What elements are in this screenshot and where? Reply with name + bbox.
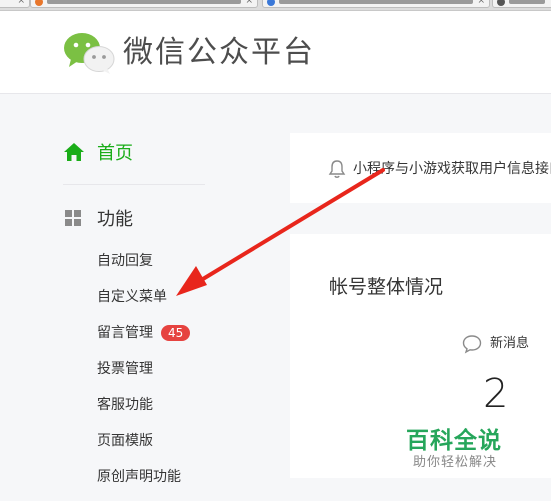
notice-link[interactable]: 小程序与小游戏获取用户信息接口 — [353, 159, 551, 179]
new-messages-count[interactable]: 2 — [483, 371, 508, 417]
sidebar-item-customer-service[interactable]: 客服功能 — [97, 395, 153, 415]
browser-tab[interactable]: × — [0, 0, 30, 8]
sidebar-item-label: 留言管理 — [97, 325, 153, 341]
sidebar-item-label: 投票管理 — [97, 361, 153, 377]
bell-icon — [328, 160, 346, 178]
tab-favicon-icon — [267, 0, 275, 6]
sidebar-item-home[interactable]: 首页 — [63, 138, 133, 166]
browser-tab[interactable] — [492, 0, 551, 8]
notice-card: 小程序与小游戏获取用户信息接口 — [290, 133, 551, 203]
browser-tab[interactable]: × — [30, 0, 258, 8]
sidebar-section-label: 功能 — [97, 209, 133, 230]
sidebar-item-label: 页面模版 — [97, 433, 153, 449]
browser-tab-strip: × × × — [0, 0, 551, 11]
sidebar-divider — [63, 184, 205, 185]
site-header: 微信公众平台 — [0, 11, 551, 94]
grid-icon — [65, 210, 81, 226]
home-icon — [64, 143, 84, 161]
sidebar-item-original-declaration[interactable]: 原创声明功能 — [97, 467, 181, 487]
new-messages-label: 新消息 — [490, 336, 530, 351]
watermark-subtitle: 助你轻松解决 — [413, 455, 498, 470]
close-icon[interactable]: × — [477, 0, 485, 7]
overview-title: 帐号整体情况 — [329, 276, 444, 298]
tab-favicon-icon — [35, 0, 43, 6]
sidebar-item-vote-management[interactable]: 投票管理 — [97, 359, 153, 379]
sidebar-item-label: 首页 — [97, 143, 133, 164]
sidebar-item-custom-menu[interactable]: 自定义菜单 — [97, 287, 167, 307]
close-icon[interactable]: × — [245, 0, 253, 7]
sidebar-item-label: 客服功能 — [97, 397, 153, 413]
logo-text[interactable]: 微信公众平台 — [123, 33, 315, 73]
sidebar-item-auto-reply[interactable]: 自动回复 — [97, 251, 153, 271]
sidebar-item-page-template[interactable]: 页面模版 — [97, 431, 153, 451]
sidebar-item-label: 自定义菜单 — [97, 289, 167, 305]
sidebar-item-label: 原创声明功能 — [97, 469, 181, 485]
sidebar-item-comment-management[interactable]: 留言管理 45 — [97, 323, 191, 343]
wechat-logo-icon[interactable] — [63, 31, 115, 75]
sidebar-item-label: 自动回复 — [97, 253, 153, 269]
watermark-title: 百科全说 — [406, 428, 502, 454]
sidebar-section-function[interactable]: 功能 — [65, 205, 133, 231]
count-badge: 45 — [161, 325, 191, 341]
tab-favicon-icon — [497, 0, 505, 6]
speech-bubble-icon — [462, 335, 482, 354]
browser-tab[interactable]: × — [262, 0, 490, 8]
